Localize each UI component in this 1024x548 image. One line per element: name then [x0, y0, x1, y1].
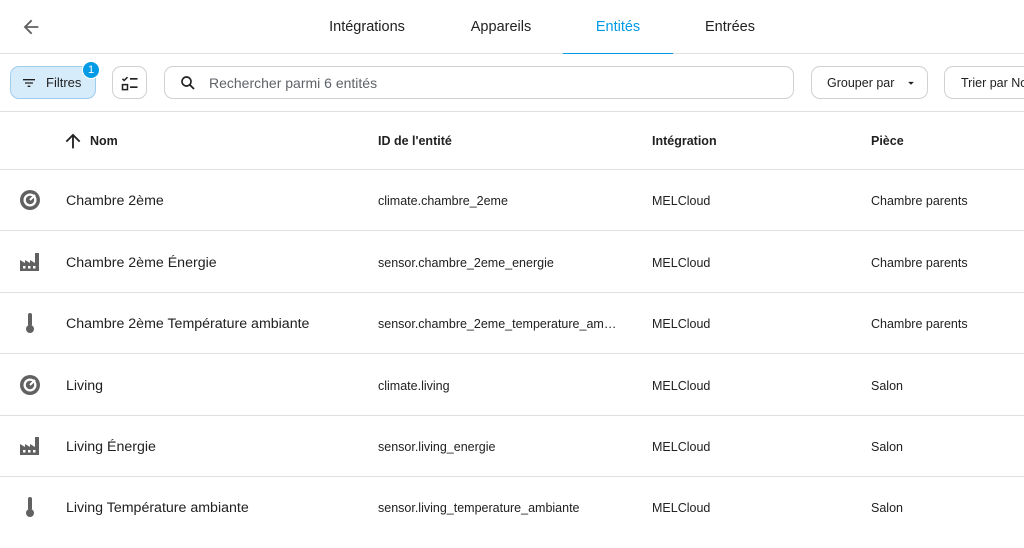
filter-icon: [23, 78, 35, 87]
search-icon: [181, 75, 195, 90]
thermometer-icon: [18, 495, 42, 519]
entity-id: sensor.chambre_2eme_energie: [378, 255, 554, 270]
table-row[interactable]: Living Énergie sensor.living_energie MEL…: [0, 416, 1024, 477]
arrow-left-icon: [23, 19, 39, 35]
entity-integration: MELCloud: [652, 255, 711, 270]
search-box[interactable]: [164, 66, 794, 99]
toolbar: Filtres 1 Grouper par Trier par Nom: [0, 54, 1024, 112]
entity-area: Salon: [871, 439, 903, 454]
arrow-up-icon: [65, 133, 81, 149]
thermostat-icon: [18, 188, 42, 212]
chevron-down-icon: [908, 81, 915, 85]
sort-button[interactable]: Trier par Nom: [944, 66, 1024, 99]
entity-name: Living Énergie: [66, 438, 156, 455]
tab-entities[interactable]: Entités: [563, 0, 673, 55]
entity-integration: MELCloud: [652, 193, 711, 208]
table-row[interactable]: Living Température ambiante sensor.livin…: [0, 477, 1024, 538]
table-row[interactable]: Chambre 2ème climate.chambre_2eme MELClo…: [0, 170, 1024, 231]
table-row[interactable]: Chambre 2ème Énergie sensor.chambre_2eme…: [0, 232, 1024, 293]
back-button[interactable]: [14, 10, 48, 44]
sort-label: Trier par Nom: [961, 75, 1024, 90]
entity-id: sensor.living_energie: [378, 439, 496, 454]
column-header-name-label: Nom: [90, 134, 118, 148]
table-row[interactable]: Living climate.living MELCloud Salon: [0, 355, 1024, 416]
entity-id: climate.living: [378, 378, 450, 393]
entity-id: climate.chambre_2eme: [378, 193, 508, 208]
entity-integration: MELCloud: [652, 439, 711, 454]
tab-helpers[interactable]: Entrées: [694, 0, 766, 54]
tab-integrations[interactable]: Intégrations: [318, 0, 416, 54]
factory-icon: [18, 250, 42, 274]
search-input[interactable]: [209, 74, 769, 91]
entity-id: sensor.chambre_2eme_temperature_am…: [378, 316, 617, 331]
column-header-integration[interactable]: Intégration: [652, 112, 717, 170]
selection-mode-button[interactable]: [112, 66, 147, 99]
group-by-button[interactable]: Grouper par: [811, 66, 928, 99]
entity-name: Chambre 2ème Énergie: [66, 254, 217, 271]
entity-name: Chambre 2ème Température ambiante: [66, 315, 310, 332]
entity-name: Chambre 2ème: [66, 192, 164, 209]
entity-area: Chambre parents: [871, 255, 968, 270]
entity-area: Salon: [871, 500, 903, 515]
entity-integration: MELCloud: [652, 316, 711, 331]
entity-area: Chambre parents: [871, 193, 968, 208]
entity-integration: MELCloud: [652, 378, 711, 393]
entity-integration: MELCloud: [652, 500, 711, 515]
checklist-icon: [121, 76, 137, 90]
group-by-label: Grouper par: [827, 75, 895, 90]
filters-count-badge: 1: [82, 61, 100, 79]
factory-icon: [18, 434, 42, 458]
column-header-name[interactable]: Nom: [62, 112, 118, 170]
entity-name: Living Température ambiante: [66, 499, 249, 516]
entity-area: Chambre parents: [871, 316, 968, 331]
entity-id: sensor.living_temperature_ambiante: [378, 500, 580, 515]
column-header-entity-id[interactable]: ID de l'entité: [378, 112, 452, 170]
table-row[interactable]: Chambre 2ème Température ambiante sensor…: [0, 293, 1024, 354]
thermostat-icon: [18, 373, 42, 397]
column-header-area[interactable]: Pièce: [871, 112, 904, 170]
entity-name: Living: [66, 377, 104, 394]
tab-devices[interactable]: Appareils: [456, 0, 546, 54]
thermometer-icon: [18, 311, 42, 335]
filters-label: Filtres: [46, 75, 82, 90]
entity-area: Salon: [871, 378, 903, 393]
top-tab-bar: Intégrations Appareils Entités Entrées: [0, 0, 1024, 55]
table-header: Nom ID de l'entité Intégration Pièce: [0, 112, 1024, 170]
